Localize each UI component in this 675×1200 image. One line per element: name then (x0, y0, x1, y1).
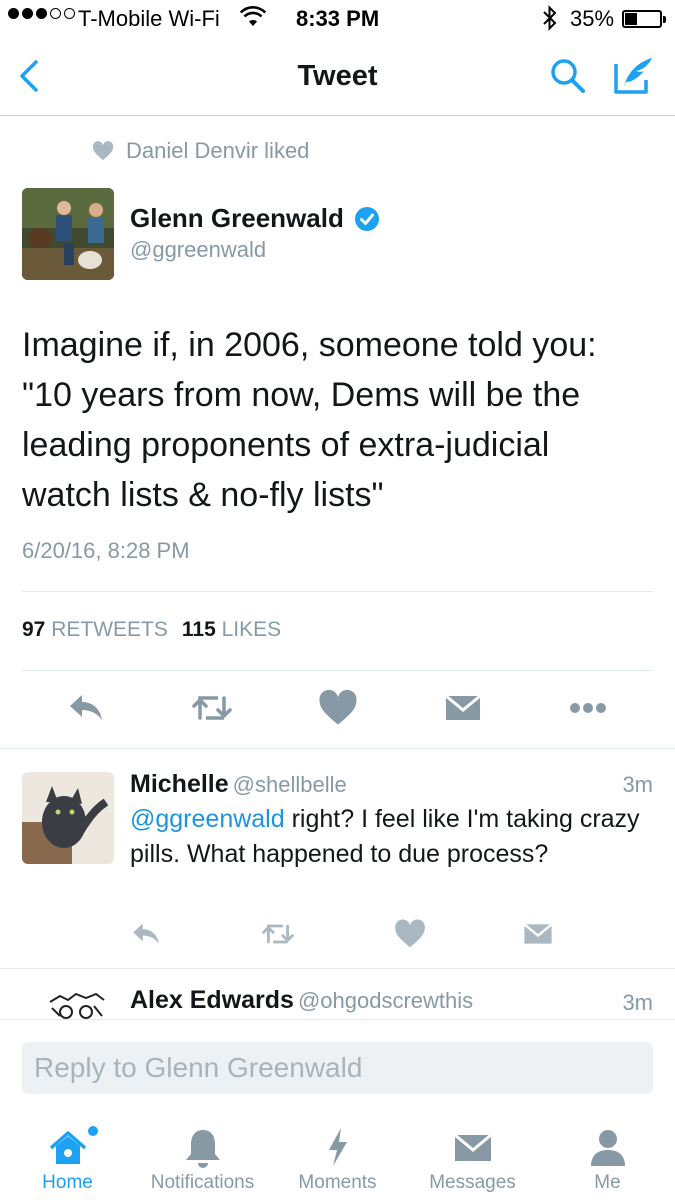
bell-icon (186, 1130, 220, 1168)
mention-link[interactable]: @ggreenwald (130, 805, 285, 833)
tab-bar: Home Notifications Moments Messages Me (0, 1116, 675, 1200)
tweet-actions (0, 688, 675, 734)
retweet-stat[interactable]: 97 RETWEETS (22, 618, 168, 642)
reply-author-handle: @shellbelle (232, 772, 347, 797)
direct-message-icon[interactable] (443, 688, 483, 728)
carrier-label: T-Mobile Wi-Fi (78, 6, 220, 31)
lightning-icon (329, 1128, 347, 1166)
battery-percent: 35% (570, 6, 615, 31)
avatar[interactable] (46, 988, 108, 1019)
tab-label: Messages (429, 1172, 516, 1193)
reply-composer (0, 1020, 675, 1116)
reply-timestamp: 3m (622, 990, 653, 1015)
tab-label: Notifications (150, 1172, 255, 1193)
reply-timestamp: 3m (622, 772, 653, 797)
tab-moments[interactable]: Moments (270, 1116, 405, 1200)
tab-messages[interactable]: Messages (405, 1116, 540, 1200)
battery-icon (622, 10, 666, 28)
author-name[interactable]: Glenn Greenwald (130, 203, 344, 234)
reply-text: @ggreenwald right? I feel like I'm takin… (130, 802, 650, 872)
reply-author-name: Alex Edwards (130, 986, 294, 1014)
retweet-count: 97 (22, 618, 46, 641)
tweet-text: Imagine if, in 2006, someone told you: "… (22, 326, 597, 514)
author-handle[interactable]: @ggreenwald (130, 237, 266, 263)
like-stat[interactable]: 115 LIKES (182, 618, 281, 642)
nav-bar: Tweet (0, 38, 675, 116)
bluetooth-icon (542, 5, 558, 37)
tweet-stats: 97 RETWEETS 115 LIKES (22, 618, 281, 642)
tab-label: Me (594, 1172, 621, 1193)
clock: 8:33 PM (296, 6, 380, 31)
tab-label: Home (42, 1172, 93, 1193)
liked-context-text: Daniel Denvir liked (126, 138, 310, 163)
reply-author-handle: @ohgodscrewthis (297, 988, 474, 1013)
like-count: 115 (181, 618, 216, 641)
tab-notifications[interactable]: Notifications (135, 1116, 270, 1200)
avatar[interactable] (22, 188, 114, 280)
compose-icon[interactable] (612, 54, 656, 96)
reply-input[interactable] (22, 1042, 653, 1094)
notification-dot (88, 1126, 98, 1136)
like-icon[interactable] (318, 688, 358, 728)
reply-item[interactable]: Alex Edwards @ohgodscrewthis 3m (0, 968, 675, 1020)
reply-icon[interactable] (66, 688, 106, 728)
person-icon (591, 1130, 625, 1166)
reply-actions (0, 918, 675, 954)
verified-badge-icon (355, 207, 379, 231)
retweet-icon[interactable] (260, 918, 300, 958)
direct-message-icon[interactable] (522, 918, 562, 958)
retweet-label: RETWEETS (51, 618, 168, 641)
divider (0, 748, 675, 749)
more-icon[interactable] (568, 688, 608, 728)
reply-author-name: Michelle (130, 770, 229, 798)
liked-context: Daniel Denvir liked (92, 138, 309, 164)
tab-me[interactable]: Me (540, 1116, 675, 1200)
like-label: LIKES (221, 618, 282, 641)
heart-icon (92, 141, 114, 161)
wifi-icon (239, 6, 267, 34)
reply-icon[interactable] (130, 918, 170, 958)
home-icon (49, 1131, 87, 1164)
avatar[interactable] (22, 772, 114, 864)
retweet-icon[interactable] (190, 688, 232, 728)
tab-home[interactable]: Home (0, 1116, 135, 1200)
tweet-timestamp: 6/20/16, 8:28 PM (22, 538, 190, 563)
envelope-icon (454, 1133, 492, 1161)
search-icon[interactable] (548, 56, 588, 96)
tab-label: Moments (298, 1172, 377, 1193)
like-icon[interactable] (394, 918, 434, 958)
reply-author[interactable]: Alex Edwards @ohgodscrewthis (130, 986, 473, 1015)
signal-strength-icon (8, 8, 75, 19)
reply-author[interactable]: Michelle @shellbelle (130, 770, 347, 799)
divider (22, 591, 653, 592)
divider (22, 670, 653, 671)
status-bar: T-Mobile Wi-Fi 8:33 PM 35% (0, 0, 675, 38)
